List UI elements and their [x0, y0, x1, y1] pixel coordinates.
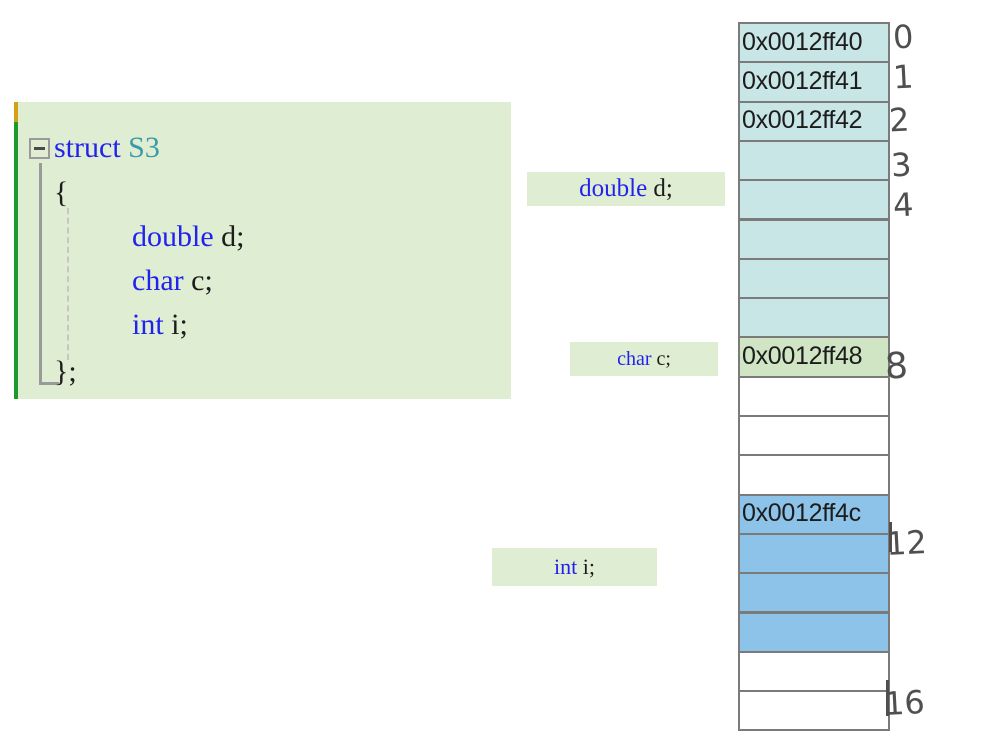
code-member-i: i;	[163, 308, 188, 341]
code-member-d: d;	[213, 220, 245, 253]
code-line-member-double: double d;	[132, 222, 245, 252]
memory-cell	[738, 532, 890, 575]
code-line-member-int: int i;	[132, 310, 188, 340]
memory-cell: 0x0012ff4c	[738, 493, 890, 535]
memory-cell	[738, 572, 890, 614]
gutter-change-marker-saved	[14, 122, 18, 399]
offset-annotation-3: 3	[890, 145, 913, 185]
memory-cell	[738, 650, 890, 693]
memory-layout-column: 0x0012ff40 0x0012ff41 0x0012ff42 0x0012ff48…	[738, 22, 890, 731]
callout-member-d: d;	[647, 175, 673, 202]
callout-keyword-char: char	[617, 347, 652, 370]
memory-cell	[738, 690, 890, 731]
code-line-struct-declaration: struct S3	[54, 133, 160, 163]
memory-cell	[738, 257, 890, 300]
memory-address-label: 0x0012ff48	[742, 341, 863, 370]
memory-cell	[738, 139, 890, 182]
memory-address-label: 0x0012ff41	[742, 66, 863, 95]
memory-address-label: 0x0012ff42	[742, 106, 863, 135]
callout-keyword-int: int	[554, 554, 578, 579]
memory-cell	[738, 297, 890, 339]
code-keyword-double: double	[132, 220, 214, 253]
code-line-open-brace: {	[54, 176, 69, 209]
offset-annotation-4: 4	[892, 185, 915, 225]
memory-cell: 0x0012ff40	[738, 22, 890, 64]
callout-member-i: i;	[577, 554, 595, 579]
memory-cell	[738, 218, 890, 260]
gutter-change-marker-unsaved	[14, 102, 18, 122]
code-member-c: c;	[183, 264, 213, 297]
memory-cell: 0x0012ff42	[738, 100, 890, 142]
code-line-close-brace: };	[54, 355, 77, 388]
callout-keyword-double: double	[579, 175, 648, 202]
code-keyword-int: int	[132, 308, 164, 341]
code-fold-region-line	[39, 163, 42, 385]
memory-address-label: 0x0012ff40	[742, 27, 863, 56]
memory-cell	[738, 415, 890, 457]
code-typename-s3: S3	[128, 131, 160, 164]
minus-icon	[34, 147, 45, 150]
code-keyword-struct: struct	[54, 131, 129, 164]
memory-cell	[738, 375, 890, 417]
code-fold-toggle[interactable]	[29, 138, 50, 159]
callout-label-double: double d;	[527, 172, 725, 206]
callout-member-c: c;	[651, 347, 671, 370]
code-line-member-char: char c;	[132, 266, 213, 296]
offset-annotation-12: 12	[885, 522, 928, 564]
indent-guide-line	[67, 208, 69, 360]
memory-cell	[738, 611, 890, 653]
offset-annotation-8: 8	[883, 345, 909, 388]
offset-annotation-16: 16	[883, 682, 926, 724]
offset-annotation-1: 1	[892, 57, 915, 97]
callout-label-int: int i;	[492, 548, 657, 586]
callout-label-char: char c;	[570, 342, 718, 376]
offset-annotation-2: 2	[888, 100, 911, 140]
memory-cell: 0x0012ff41	[738, 61, 890, 103]
code-keyword-char: char	[132, 264, 184, 297]
memory-cell: 0x0012ff48	[738, 336, 890, 378]
memory-cell	[738, 454, 890, 496]
memory-address-label: 0x0012ff4c	[742, 499, 861, 528]
memory-cell	[738, 179, 890, 221]
offset-annotation-0: 0	[892, 17, 915, 57]
